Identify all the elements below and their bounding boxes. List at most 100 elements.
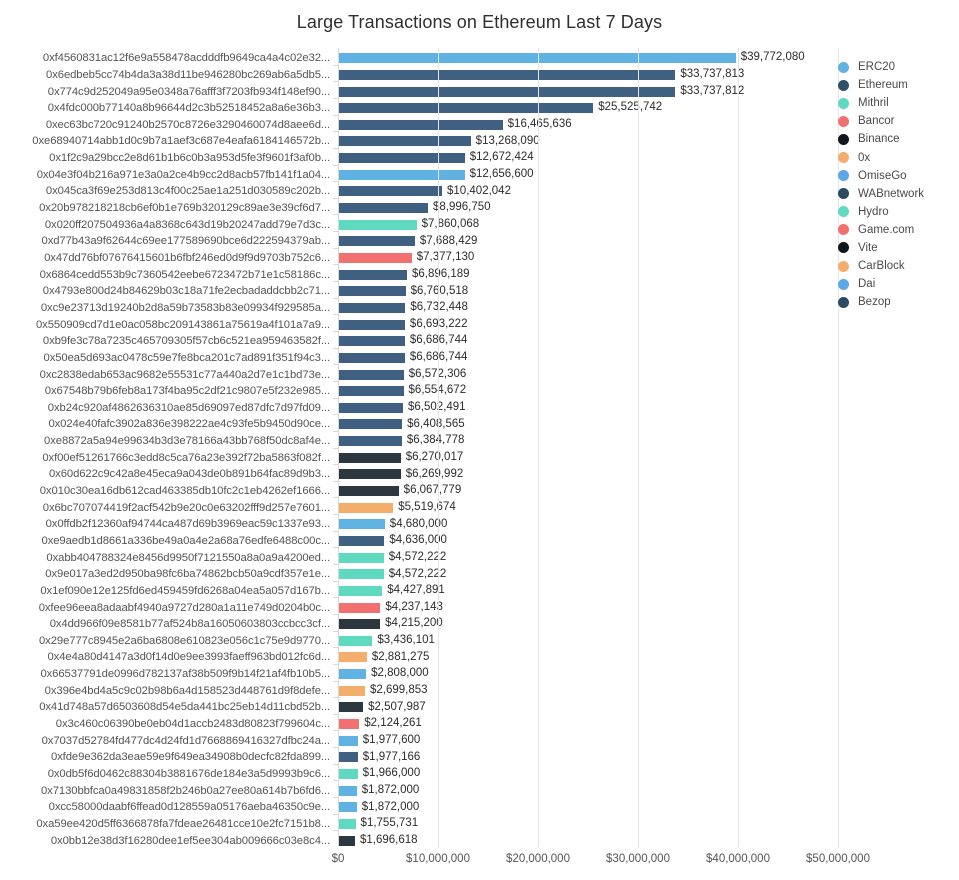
bar[interactable]: [338, 319, 405, 330]
bar[interactable]: [338, 69, 676, 80]
bar[interactable]: [338, 153, 465, 164]
bar[interactable]: [338, 269, 407, 280]
legend-item[interactable]: Hydro: [838, 203, 959, 221]
bar[interactable]: [338, 602, 381, 613]
bar[interactable]: [338, 652, 367, 663]
y-axis-tick-mark: [333, 131, 338, 133]
y-axis-tick-mark: [333, 164, 338, 166]
legend-item[interactable]: Mithril: [838, 94, 959, 112]
legend-label: OmiseGo: [858, 169, 907, 182]
y-axis-tick-mark: [333, 647, 338, 649]
legend-item[interactable]: Bezop: [838, 293, 959, 311]
bar[interactable]: [338, 386, 404, 397]
bar[interactable]: [338, 702, 364, 713]
bar[interactable]: [338, 752, 358, 763]
legend-item[interactable]: Binance: [838, 130, 959, 148]
bar[interactable]: [338, 735, 358, 746]
bar-value-label: $6,067,779: [403, 484, 462, 497]
bar-value-label: $6,760,518: [410, 284, 469, 297]
y-axis-tick-mark: [333, 497, 338, 499]
y-axis-tick-mark: [333, 547, 338, 549]
y-axis-tick-mark: [333, 380, 338, 382]
y-axis-tick-mark: [333, 231, 338, 233]
bar[interactable]: [338, 635, 373, 646]
legend-color-swatch-icon: [838, 97, 849, 109]
bar[interactable]: [338, 769, 358, 779]
bar[interactable]: [338, 103, 594, 114]
bar[interactable]: [338, 469, 401, 480]
bar[interactable]: [338, 569, 384, 580]
bar[interactable]: [338, 53, 736, 64]
bar[interactable]: [338, 519, 385, 530]
y-axis-tick-mark: [333, 730, 338, 732]
bar[interactable]: [338, 585, 383, 596]
bar[interactable]: [338, 136, 471, 147]
y-axis-tick-mark: [333, 347, 338, 349]
bar[interactable]: [338, 552, 384, 563]
y-axis-tick-mark: [333, 663, 338, 665]
bar[interactable]: [338, 252, 412, 263]
bar[interactable]: [338, 219, 417, 230]
bar[interactable]: [338, 169, 465, 180]
bar[interactable]: [338, 818, 356, 829]
legend-item[interactable]: Ethereum: [838, 76, 959, 94]
bar[interactable]: [338, 535, 385, 546]
bar[interactable]: [338, 286, 406, 297]
y-axis-tick-mark: [333, 797, 338, 799]
legend-item[interactable]: Game.com: [838, 221, 959, 239]
bar-value-label: $6,269,992: [405, 467, 464, 480]
y-axis-tick-mark: [333, 247, 338, 249]
x-axis-tick-label: $0: [331, 853, 345, 865]
legend-item[interactable]: Bancor: [838, 112, 959, 130]
bar[interactable]: [338, 452, 401, 463]
legend-item[interactable]: OmiseGo: [838, 167, 959, 185]
bar[interactable]: [338, 669, 367, 680]
bar-value-label: $1,966,000: [362, 767, 421, 780]
bar[interactable]: [338, 619, 381, 630]
bar[interactable]: [338, 302, 406, 313]
bar[interactable]: [338, 119, 503, 130]
y-axis-tick-mark: [333, 480, 338, 482]
legend-color-swatch-icon: [838, 206, 849, 218]
legend-item[interactable]: WABnetwork: [838, 185, 959, 203]
bar[interactable]: [338, 835, 355, 846]
bar-value-label: $39,772,080: [740, 51, 805, 64]
bar[interactable]: [338, 203, 428, 214]
bar[interactable]: [338, 502, 394, 513]
bar[interactable]: [338, 369, 404, 380]
bar[interactable]: [338, 186, 443, 197]
bar[interactable]: [338, 785, 357, 796]
bar[interactable]: [338, 685, 365, 696]
bar[interactable]: [338, 352, 405, 363]
legend-item[interactable]: Dai: [838, 275, 959, 293]
bar[interactable]: [338, 402, 404, 413]
bar[interactable]: [338, 236, 415, 247]
bar[interactable]: [338, 719, 360, 730]
legend-item[interactable]: ERC20: [838, 58, 959, 76]
legend-color-swatch-icon: [838, 133, 849, 145]
bar[interactable]: [338, 486, 399, 497]
x-axis-tick-label: $40,000,000: [706, 853, 770, 865]
x-axis-tick-label: $10,000,000: [406, 853, 470, 865]
bar-value-label: $4,237,143: [385, 600, 443, 613]
x-axis-tick-label: $30,000,000: [606, 853, 670, 865]
legend-label: Ethereum: [858, 79, 908, 92]
bar[interactable]: [338, 802, 357, 813]
bar[interactable]: [338, 436, 402, 447]
bar[interactable]: [338, 86, 676, 97]
gridline: [638, 48, 639, 847]
y-axis-tick-mark: [333, 214, 338, 216]
legend-label: CarBlock: [858, 260, 905, 273]
y-axis-tick-mark: [333, 613, 338, 615]
legend-label: Game.com: [858, 223, 915, 236]
legend-item[interactable]: Vite: [838, 239, 959, 257]
bar[interactable]: [338, 419, 403, 430]
bar-value-label: $2,699,853: [369, 684, 428, 697]
bar-value-label: $13,268,090: [475, 134, 540, 147]
y-axis-tick-mark: [333, 397, 338, 399]
bar-value-label: $2,507,987: [368, 700, 426, 713]
legend-item[interactable]: CarBlock: [838, 257, 959, 275]
bar[interactable]: [338, 336, 405, 347]
legend-item[interactable]: 0x: [838, 148, 959, 166]
y-axis-tick-mark: [333, 314, 338, 316]
